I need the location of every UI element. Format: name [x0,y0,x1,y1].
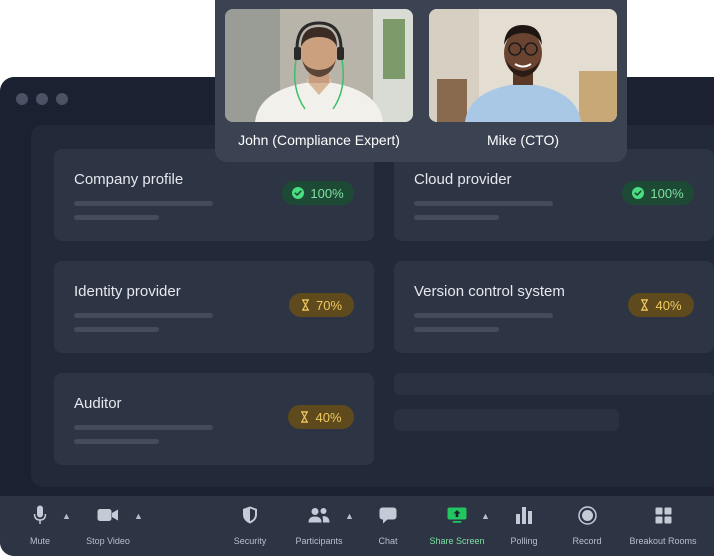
record-button[interactable]: Record [570,504,604,546]
participant-video-john[interactable] [225,9,413,122]
meeting-toolbar: Mute ▲ Stop Video ▲ Security Participant… [0,496,714,556]
participant-video-frame [429,9,617,122]
share-screen-button[interactable]: Share Screen [428,504,486,546]
checklist-card-company-profile[interactable]: Company profile 100% [54,149,374,241]
share-screen-icon [447,507,467,523]
shield-icon [243,506,257,524]
placeholder-line [414,313,553,318]
chevron-up-icon[interactable]: ▲ [345,511,354,521]
placeholder-line [74,327,159,332]
window-control-dot[interactable] [16,93,28,105]
hourglass-icon [301,411,309,423]
grid-icon [655,507,671,523]
chevron-up-icon[interactable]: ▲ [62,511,71,521]
status-badge: 40% [628,293,694,317]
status-percent: 40% [655,297,682,313]
toolbar-label: Participants [295,536,343,546]
card-title: Auditor [74,395,122,412]
placeholder-line [414,215,499,220]
bar-chart-icon [516,507,532,524]
card-title: Company profile [74,171,184,188]
record-icon [577,505,597,525]
stop-video-button[interactable]: Stop Video [82,504,134,546]
microphone-icon [33,505,47,524]
placeholder-line [74,439,159,444]
toolbar-label: Stop Video [86,536,130,546]
checklist-card-auditor[interactable]: Auditor 40% [54,373,374,465]
window-control-dot[interactable] [36,93,48,105]
status-badge: 100% [282,181,354,205]
status-badge: 100% [622,181,694,205]
participant-video-mike[interactable] [429,9,617,122]
mute-button[interactable]: Mute [22,504,58,546]
status-badge: 40% [288,405,354,429]
security-button[interactable]: Security [230,504,270,546]
chat-bubble-icon [379,507,397,523]
hourglass-icon [641,299,649,311]
status-percent: 100% [310,185,344,201]
loading-placeholder [394,409,619,431]
status-percent: 70% [315,297,343,313]
participant-name: Mike (CTO) [486,132,560,148]
checklist-card-cloud-provider[interactable]: Cloud provider 100% [394,149,714,241]
placeholder-line [74,201,213,206]
card-title: Cloud provider [414,171,512,188]
polling-button[interactable]: Polling [508,504,540,546]
participants-icon [308,508,330,523]
check-circle-icon [632,187,645,199]
checklist-card-version-control-system[interactable]: Version control system 40% [394,261,714,353]
video-participants-panel: John (Compliance Expert) Mike (CTO) [215,0,627,162]
check-circle-icon [292,187,305,199]
toolbar-label: Security [233,536,267,546]
toolbar-label: Record [572,536,602,546]
chevron-up-icon[interactable]: ▲ [134,511,143,521]
toolbar-label: Share Screen [429,536,485,546]
placeholder-line [74,215,159,220]
placeholder-line [414,327,499,332]
loading-placeholder [394,373,714,395]
card-title: Version control system [414,283,565,300]
toolbar-label: Breakout Rooms [629,536,697,546]
participant-video-frame [225,9,413,122]
placeholder-line [74,313,213,318]
hourglass-icon [301,299,309,311]
breakout-rooms-button[interactable]: Breakout Rooms [627,504,699,546]
checklist-card-identity-provider[interactable]: Identity provider 70% [54,261,374,353]
status-badge: 70% [289,293,354,317]
status-percent: 40% [315,409,342,425]
status-percent: 100% [650,185,684,201]
toolbar-label: Mute [29,536,50,546]
chevron-up-icon[interactable]: ▲ [481,511,490,521]
toolbar-label: Chat [378,536,398,546]
video-camera-icon [97,509,118,521]
chat-button[interactable]: Chat [374,504,402,546]
shared-screen-content: Company profile 100% Cloud provider 100%… [31,125,714,487]
window-control-dot[interactable] [56,93,68,105]
toolbar-label: Polling [510,536,538,546]
placeholder-line [74,425,213,430]
placeholder-line [414,201,553,206]
participant-name: John (Compliance Expert) [238,132,400,148]
card-title: Identity provider [74,283,181,300]
participants-button[interactable]: Participants [293,504,345,546]
